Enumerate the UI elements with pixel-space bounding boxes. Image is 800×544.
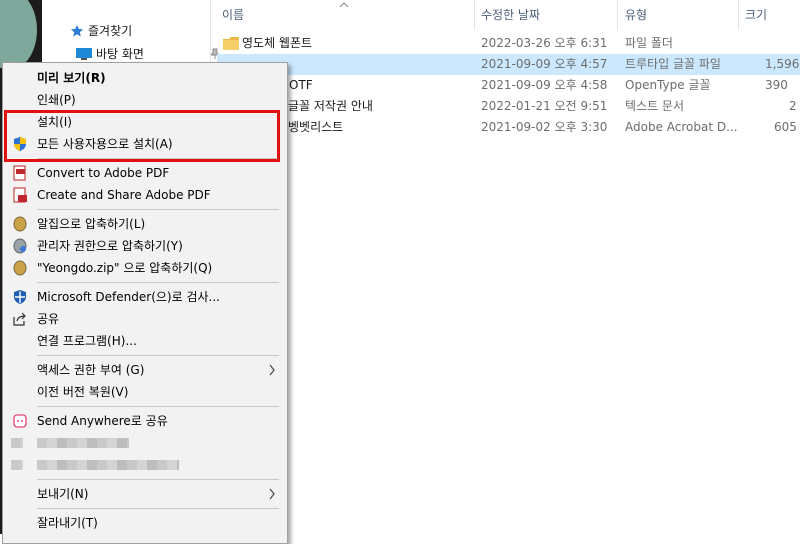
menu-item-label: 공유 <box>37 312 60 326</box>
menu-item-label: 알집으로 압축하기(L) <box>37 217 146 231</box>
desktop-icon <box>76 48 92 60</box>
column-header-type[interactable]: 유형 <box>625 0 647 30</box>
menu-item-blurred[interactable] <box>3 432 287 454</box>
file-modified: 2021-09-09 오후 4:58 <box>481 78 608 92</box>
menu-item-blurred[interactable] <box>3 454 287 476</box>
nav-item-label: 즐겨찾기 <box>88 24 133 38</box>
blurred-label <box>37 460 179 470</box>
blurred-icon <box>11 460 23 470</box>
menu-item-label: 미리 보기(R) <box>37 71 106 85</box>
menu-item-label: 보내기(N) <box>37 487 89 501</box>
menu-separator <box>37 479 279 480</box>
menu-item-admin-compress[interactable]: 관리자 권한으로 압축하기(Y) <box>3 235 287 257</box>
send-anywhere-icon <box>13 414 27 428</box>
menu-item-label: 관리자 권한으로 압축하기(Y) <box>37 239 183 253</box>
chevron-right-icon <box>269 364 275 376</box>
column-separator[interactable] <box>738 0 739 30</box>
file-modified: 2021-09-09 오후 4:57 <box>481 57 608 71</box>
menu-item-give-access[interactable]: 액세스 권한 부여 (G) <box>3 359 287 381</box>
menu-separator <box>37 355 279 356</box>
file-type: 텍스트 문서 <box>625 99 685 113</box>
sort-ascending-icon <box>339 2 349 8</box>
menu-item-label: 연결 프로그램(H)... <box>37 334 137 348</box>
column-header-size[interactable]: 크기 <box>745 0 767 30</box>
defender-shield-icon <box>14 290 26 304</box>
menu-separator <box>37 508 279 509</box>
file-modified: 2022-01-21 오전 9:51 <box>481 99 608 113</box>
menu-item-label: 잘라내기(T) <box>37 516 98 530</box>
file-type: OpenType 글꼴 <box>625 78 711 92</box>
menu-item-label: 인쇄(P) <box>37 93 76 107</box>
menu-item-zip-compress[interactable]: "Yeongdo.zip" 으로 압축하기(Q) <box>3 257 287 279</box>
menu-item-send-to[interactable]: 보내기(N) <box>3 483 287 505</box>
menu-item-label: 액세스 권한 부여 (G) <box>37 363 145 377</box>
file-size: 605 <box>774 120 797 134</box>
menu-item-create-share-pdf[interactable]: Create and Share Adobe PDF <box>3 184 287 206</box>
file-row[interactable]: 글꼴 저작권 안내 2022-01-21 오전 9:51 텍스트 문서 2 <box>217 96 800 117</box>
column-header-name[interactable]: 이름 <box>222 0 244 30</box>
blurred-label <box>37 438 129 448</box>
highlight-box <box>4 110 280 162</box>
file-row[interactable]: 영도체 웹폰트 2022-03-26 오후 6:31 파일 폴더 <box>217 33 800 54</box>
blurred-icon <box>11 438 23 448</box>
file-modified: 2022-03-26 오후 6:31 <box>481 36 608 50</box>
share-icon <box>13 312 26 326</box>
adobe-pdf-icon <box>13 165 26 181</box>
menu-item-open-with[interactable]: 연결 프로그램(H)... <box>3 330 287 352</box>
file-name: 글꼴 저작권 안내 <box>288 99 373 113</box>
file-type: Adobe Acrobat D... <box>625 120 738 134</box>
menu-item-preview[interactable]: 미리 보기(R) <box>3 67 287 89</box>
menu-item-defender-scan[interactable]: Microsoft Defender(으)로 검사... <box>3 286 287 308</box>
menu-separator <box>37 406 279 407</box>
menu-separator <box>37 282 279 283</box>
file-size: 2 <box>789 99 797 113</box>
menu-item-label: Send Anywhere로 공유 <box>37 414 168 428</box>
chevron-right-icon <box>269 488 275 500</box>
file-size <box>745 33 797 54</box>
menu-item-label: Microsoft Defender(으)로 검사... <box>37 290 220 304</box>
menu-item-restore-versions[interactable]: 이전 버전 복원(V) <box>3 381 287 403</box>
menu-item-convert-pdf[interactable]: Convert to Adobe PDF <box>3 162 287 184</box>
menu-separator <box>37 209 279 210</box>
file-row[interactable]: 벵벳리스트 2021-09-02 오후 3:30 Adobe Acrobat D… <box>217 117 800 138</box>
folder-icon <box>223 37 239 50</box>
alzip-admin-icon <box>13 238 27 254</box>
star-icon <box>71 25 83 37</box>
file-size: 1,596 <box>765 57 800 71</box>
alzip-icon <box>13 216 27 232</box>
menu-item-alzip-compress[interactable]: 알집으로 압축하기(L) <box>3 213 287 235</box>
file-type: 파일 폴더 <box>625 36 673 50</box>
column-separator[interactable] <box>617 0 618 30</box>
file-modified: 2021-09-02 오후 3:30 <box>481 120 608 134</box>
column-separator[interactable] <box>474 0 475 30</box>
file-row[interactable]: OTF 2021-09-09 오후 4:58 OpenType 글꼴 390 <box>217 75 800 96</box>
file-name: 벵벳리스트 <box>288 120 344 134</box>
file-type: 트루타입 글꼴 파일 <box>625 57 721 71</box>
menu-item-label: Create and Share Adobe PDF <box>37 188 211 202</box>
file-size: 390 <box>765 78 788 92</box>
menu-item-label: Convert to Adobe PDF <box>37 166 170 180</box>
menu-item-print[interactable]: 인쇄(P) <box>3 89 287 111</box>
menu-item-cut[interactable]: 잘라내기(T) <box>3 512 287 534</box>
file-name: 영도체 웹폰트 <box>242 36 313 50</box>
menu-item-share[interactable]: 공유 <box>3 308 287 330</box>
menu-item-label: "Yeongdo.zip" 으로 압축하기(Q) <box>37 261 213 275</box>
menu-item-label: 이전 버전 복원(V) <box>37 385 129 399</box>
column-header-modified[interactable]: 수정한 날짜 <box>481 0 540 30</box>
adobe-share-pdf-icon <box>13 187 27 203</box>
file-row-selected[interactable]: 2021-09-09 오후 4:57 트루타입 글꼴 파일 1,596 <box>217 54 800 75</box>
menu-item-send-anywhere[interactable]: Send Anywhere로 공유 <box>3 410 287 432</box>
file-name: OTF <box>289 78 313 92</box>
alzip-icon <box>13 260 27 276</box>
